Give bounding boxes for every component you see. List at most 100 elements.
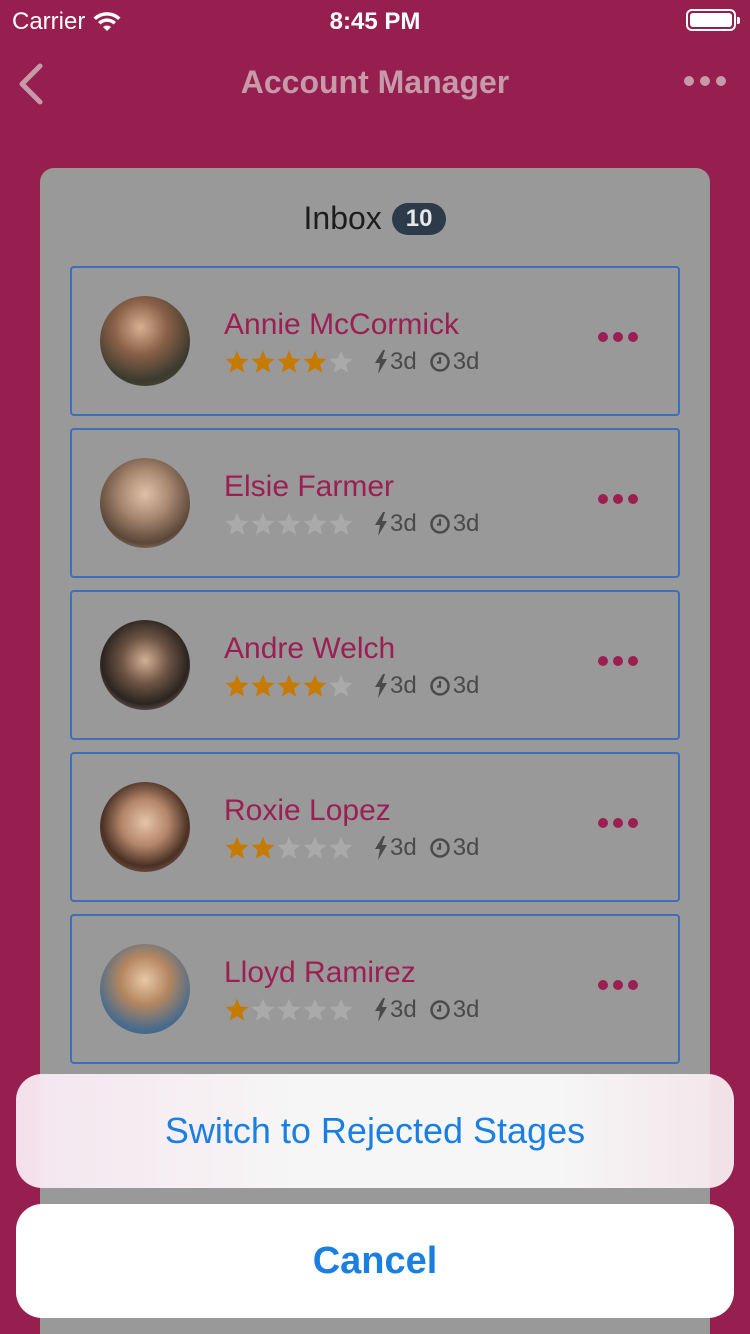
star-icon [277,674,301,697]
star-icon [329,512,353,535]
star-rating [224,511,354,537]
star-icon [303,512,327,535]
star-icon [225,512,249,535]
response-time: 3d [390,348,417,375]
star-icon [251,512,275,535]
dot-icon [628,656,638,666]
star-icon [251,836,275,859]
more-options-button[interactable] [684,76,726,86]
page-title: Account Manager [240,64,510,100]
contact-row[interactable]: Elsie Farmer 3d 3d [70,428,680,578]
response-time: 3d [390,834,417,861]
age-time: 3d [452,348,480,375]
star-icon [277,998,301,1021]
row-more-button[interactable] [598,980,638,990]
star-icon [277,350,301,373]
contact-meta: 3d 3d [224,672,479,700]
dot-icon [613,494,623,504]
star-icon [303,674,327,697]
contact-row[interactable]: Annie McCormick 3d 3d [70,266,680,416]
dot-icon [598,494,608,504]
contact-name: Annie McCormick [224,308,460,341]
dot-icon [613,332,623,342]
star-icon [277,836,301,859]
star-icon [225,836,249,859]
star-icon [329,836,353,859]
star-icon [251,674,275,697]
inbox-count-badge: 10 [391,202,447,235]
dot-icon [628,494,638,504]
row-more-button[interactable] [598,494,638,504]
star-rating [224,349,354,375]
star-rating [224,835,354,861]
clock-time: 8:45 PM [329,8,421,35]
contact-row[interactable]: Roxie Lopez 3d 3d [70,752,680,902]
avatar [100,458,190,548]
row-more-button[interactable] [598,818,638,828]
lightning-icon [375,674,387,698]
dot-icon [628,980,638,990]
contact-meta: 3d 3d [224,510,479,538]
dot-icon [598,656,608,666]
clock-icon [429,514,450,534]
age-time: 3d [452,672,480,699]
dot-icon [628,818,638,828]
dot-icon [598,332,608,342]
dot-icon [613,818,623,828]
lightning-icon [375,512,387,536]
response-time: 3d [390,510,417,537]
star-icon [277,512,301,535]
avatar [100,620,190,710]
avatar [100,782,190,872]
dot-icon [613,656,623,666]
switch-to-rejected-stages-button[interactable]: Switch to Rejected Stages [16,1074,734,1188]
lightning-icon [375,350,387,374]
star-icon [329,674,353,697]
star-icon [251,998,275,1021]
cancel-button[interactable]: Cancel [16,1204,734,1318]
age-time: 3d [452,834,480,861]
contact-name: Lloyd Ramirez [224,956,416,989]
star-icon [303,350,327,373]
star-icon [225,350,249,373]
dot-icon [613,980,623,990]
dot-icon [716,76,726,86]
clock-icon [429,352,450,372]
contact-meta: 3d 3d [224,348,479,376]
dot-icon [684,76,694,86]
dot-icon [628,332,638,342]
status-bar: Carrier 8:45 PM [0,0,750,40]
star-rating [224,997,354,1023]
star-rating [224,673,354,699]
contact-meta: 3d 3d [224,996,479,1024]
clock-icon [429,676,450,696]
star-icon [303,998,327,1021]
response-time: 3d [390,996,417,1023]
age-time: 3d [452,996,480,1023]
dot-icon [598,818,608,828]
row-more-button[interactable] [598,332,638,342]
avatar [100,944,190,1034]
inbox-header: Inbox 10 [40,200,710,237]
clock-icon [429,838,450,858]
lightning-icon [375,998,387,1022]
nav-bar: Account Manager [0,40,750,128]
star-icon [329,998,353,1021]
avatar [100,296,190,386]
contact-row[interactable]: Lloyd Ramirez 3d 3d [70,914,680,1064]
cancel-label: Cancel [312,1239,438,1282]
contact-row[interactable]: Andre Welch 3d 3d [70,590,680,740]
star-icon [225,998,249,1021]
response-time: 3d [390,672,417,699]
age-time: 3d [452,510,480,537]
clock-icon [429,1000,450,1020]
battery-icon [686,9,740,31]
contact-name: Roxie Lopez [224,794,391,827]
star-icon [329,350,353,373]
row-more-button[interactable] [598,656,638,666]
contact-meta: 3d 3d [224,834,479,862]
star-icon [251,350,275,373]
contact-name: Andre Welch [224,632,396,665]
action-option-label: Switch to Rejected Stages [164,1110,586,1151]
dot-icon [700,76,710,86]
